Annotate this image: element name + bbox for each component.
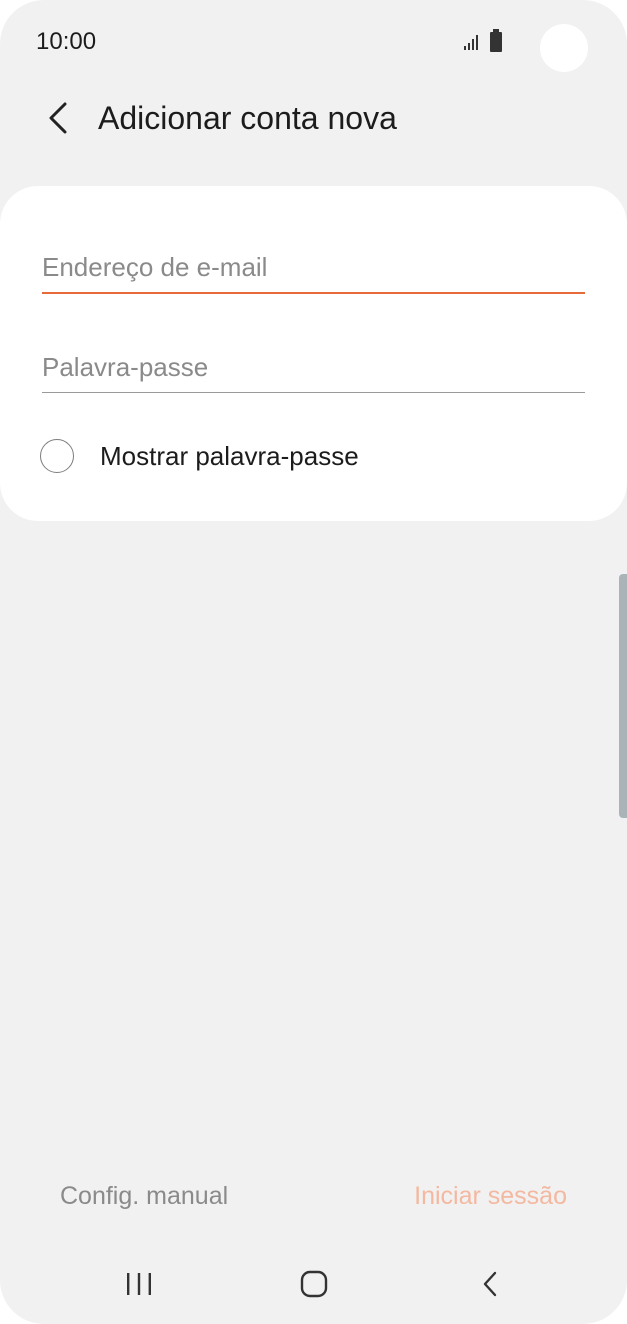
phone-screen: 10:00 Adicionar conta nova Mostrar palav… (0, 0, 627, 1324)
recents-button[interactable] (114, 1262, 164, 1306)
home-icon (300, 1270, 328, 1298)
scrollbar[interactable] (619, 574, 627, 818)
email-field[interactable] (42, 242, 585, 294)
account-form-card: Mostrar palavra-passe (0, 186, 627, 521)
signal-icon (464, 35, 478, 50)
show-password-toggle[interactable]: Mostrar palavra-passe (40, 436, 359, 476)
chevron-left-icon (49, 102, 67, 134)
show-password-label: Mostrar palavra-passe (100, 440, 359, 471)
battery-icon (490, 29, 502, 52)
nav-back-button[interactable] (465, 1262, 515, 1306)
page-title: Adicionar conta nova (98, 100, 397, 136)
back-icon (483, 1271, 497, 1297)
camera-cutout (540, 24, 588, 72)
sign-in-button[interactable]: Iniciar sessão (414, 1182, 567, 1211)
manual-config-button[interactable]: Config. manual (60, 1182, 228, 1211)
show-password-checkbox[interactable] (40, 439, 74, 473)
recents-icon (127, 1273, 151, 1295)
back-button[interactable] (36, 96, 80, 140)
home-button[interactable] (289, 1262, 339, 1306)
status-time: 10:00 (36, 28, 97, 55)
password-field[interactable] (42, 342, 585, 393)
